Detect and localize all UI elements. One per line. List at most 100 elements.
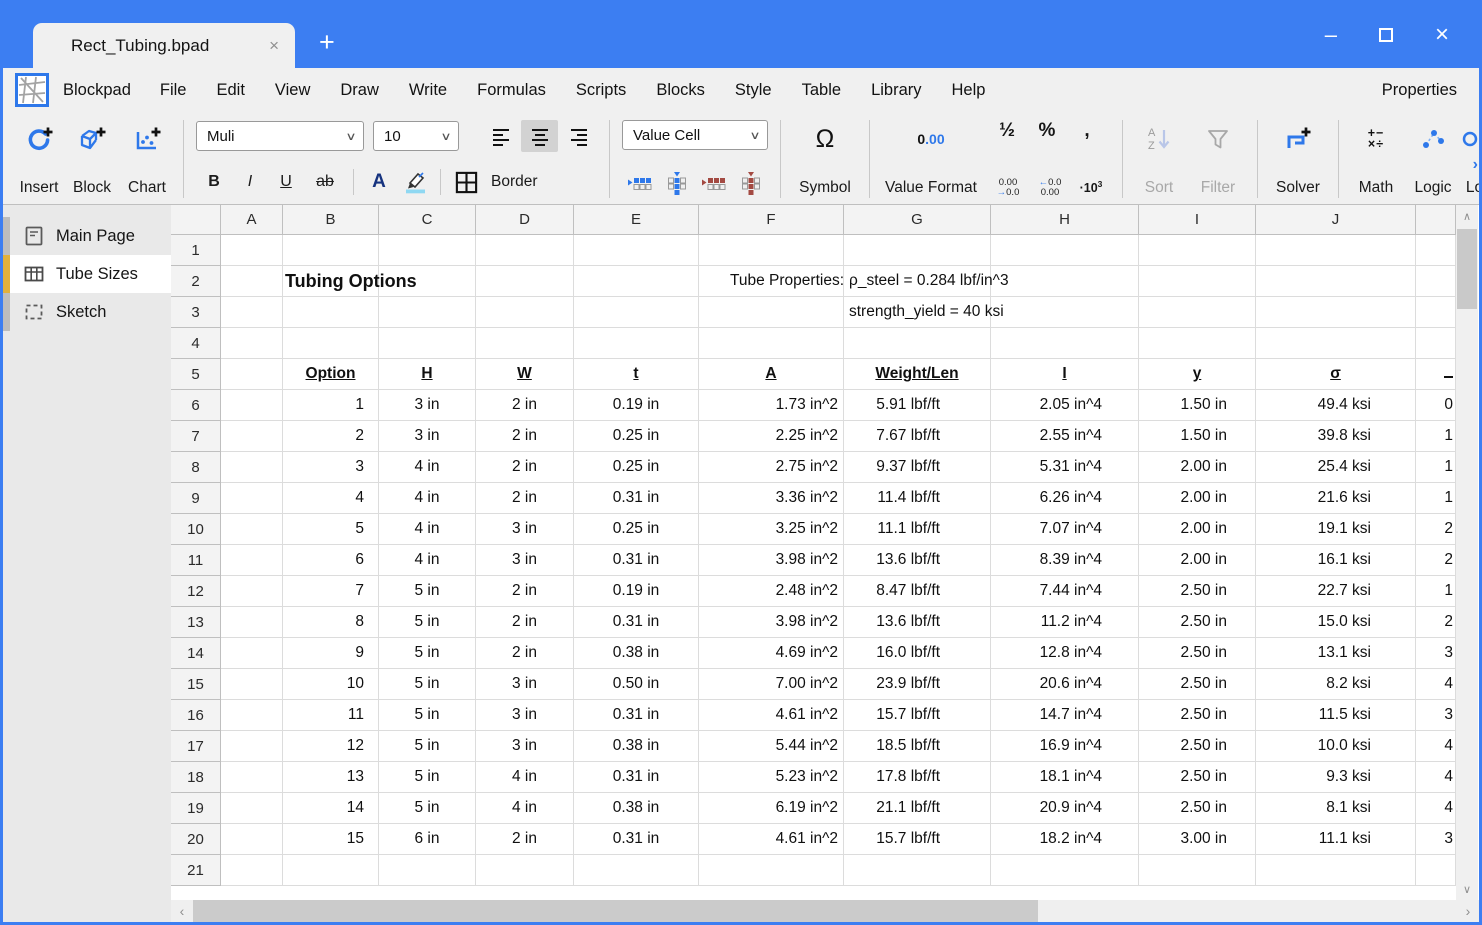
cell-E11[interactable]: 0.31 in <box>574 545 699 576</box>
cell-F17[interactable]: 5.44 in^2 <box>699 731 844 762</box>
menu-blocks[interactable]: Blocks <box>641 81 720 100</box>
cell-A20[interactable] <box>221 824 283 855</box>
align-left-button[interactable] <box>482 120 519 152</box>
align-center-button[interactable] <box>521 120 558 152</box>
cell-D4[interactable] <box>476 328 574 359</box>
cell-A21[interactable] <box>221 855 283 886</box>
cell-J3[interactable] <box>1256 297 1416 328</box>
cell-B9[interactable]: 4 <box>283 483 379 514</box>
cell-J5[interactable]: σ <box>1256 359 1416 390</box>
column-header-G[interactable]: G <box>844 205 991 235</box>
menu-write[interactable]: Write <box>394 81 462 100</box>
logic-button[interactable]: Logic <box>1405 117 1461 201</box>
cell-A13[interactable] <box>221 607 283 638</box>
column-header-K[interactable] <box>1416 205 1456 235</box>
cell-G8[interactable]: 9.37 lbf/ft <box>844 452 991 483</box>
cell-H11[interactable]: 8.39 in^4 <box>991 545 1139 576</box>
row-header-20[interactable]: 20 <box>171 824 221 855</box>
font-family-select[interactable]: Muli ∨ <box>196 121 364 151</box>
cell-C1[interactable] <box>379 235 476 266</box>
bold-button[interactable]: B <box>196 167 232 197</box>
cell-K21[interactable] <box>1416 855 1456 886</box>
solver-button[interactable]: Solver <box>1266 117 1330 201</box>
cell-F4[interactable] <box>699 328 844 359</box>
cell-B14[interactable]: 9 <box>283 638 379 669</box>
highlight-button[interactable] <box>397 167 433 197</box>
sidebar-item-sketch[interactable]: Sketch <box>3 293 171 331</box>
column-header-I[interactable]: I <box>1139 205 1256 235</box>
cell-I18[interactable]: 2.50 in <box>1139 762 1256 793</box>
row-header-17[interactable]: 17 <box>171 731 221 762</box>
cell-F10[interactable]: 3.25 in^2 <box>699 514 844 545</box>
cell-J2[interactable] <box>1256 266 1416 297</box>
cell-B2[interactable] <box>283 266 379 297</box>
cell-E1[interactable] <box>574 235 699 266</box>
cell-A14[interactable] <box>221 638 283 669</box>
cell-D9[interactable]: 2 in <box>476 483 574 514</box>
cell-B10[interactable]: 5 <box>283 514 379 545</box>
cell-B5[interactable]: Option <box>283 359 379 390</box>
cell-J18[interactable]: 9.3 ksi <box>1256 762 1416 793</box>
cell-I12[interactable]: 2.50 in <box>1139 576 1256 607</box>
cell-K18[interactable]: 4 <box>1416 762 1456 793</box>
cell-G10[interactable]: 11.1 lbf/ft <box>844 514 991 545</box>
cell-J20[interactable]: 11.1 ksi <box>1256 824 1416 855</box>
cell-G13[interactable]: 13.6 lbf/ft <box>844 607 991 638</box>
cell-J4[interactable] <box>1256 328 1416 359</box>
cell-H6[interactable]: 2.05 in^4 <box>991 390 1139 421</box>
cell-G2[interactable] <box>844 266 991 297</box>
cell-K5[interactable] <box>1416 359 1456 390</box>
cell-B11[interactable]: 6 <box>283 545 379 576</box>
cell-C21[interactable] <box>379 855 476 886</box>
cell-F14[interactable]: 4.69 in^2 <box>699 638 844 669</box>
cell-C2[interactable] <box>379 266 476 297</box>
menu-help[interactable]: Help <box>937 81 1001 100</box>
cell-D13[interactable]: 2 in <box>476 607 574 638</box>
cell-A4[interactable] <box>221 328 283 359</box>
cell-E6[interactable]: 0.19 in <box>574 390 699 421</box>
row-header-14[interactable]: 14 <box>171 638 221 669</box>
cell-I16[interactable]: 2.50 in <box>1139 700 1256 731</box>
cell-B17[interactable]: 12 <box>283 731 379 762</box>
cell-K10[interactable]: 2 <box>1416 514 1456 545</box>
cell-I11[interactable]: 2.00 in <box>1139 545 1256 576</box>
menu-scripts[interactable]: Scripts <box>561 81 641 100</box>
cell-F7[interactable]: 2.25 in^2 <box>699 421 844 452</box>
cell-K12[interactable]: 1 <box>1416 576 1456 607</box>
column-header-B[interactable]: B <box>283 205 379 235</box>
cell-B21[interactable] <box>283 855 379 886</box>
cell-K16[interactable]: 3 <box>1416 700 1456 731</box>
menu-view[interactable]: View <box>260 81 325 100</box>
cell-K19[interactable]: 4 <box>1416 793 1456 824</box>
cell-K7[interactable]: 1 <box>1416 421 1456 452</box>
cell-I2[interactable] <box>1139 266 1256 297</box>
cell-G7[interactable]: 7.67 lbf/ft <box>844 421 991 452</box>
scroll-up-arrow-icon[interactable]: ∧ <box>1456 205 1478 227</box>
row-header-18[interactable]: 18 <box>171 762 221 793</box>
column-header-C[interactable]: C <box>379 205 476 235</box>
cell-D3[interactable] <box>476 297 574 328</box>
column-header-H[interactable]: H <box>991 205 1139 235</box>
cell-F20[interactable]: 4.61 in^2 <box>699 824 844 855</box>
cell-C9[interactable]: 4 in <box>379 483 476 514</box>
block-button[interactable]: Block <box>65 117 119 201</box>
cell-E13[interactable]: 0.31 in <box>574 607 699 638</box>
cell-B7[interactable]: 2 <box>283 421 379 452</box>
cell-E2[interactable] <box>574 266 699 297</box>
row-header-16[interactable]: 16 <box>171 700 221 731</box>
decrease-decimal-button[interactable]: 0.00 →0.0 <box>988 178 1028 197</box>
cell-H3[interactable] <box>991 297 1139 328</box>
document-tab[interactable]: Rect_Tubing.bpad × <box>33 23 295 68</box>
menu-library[interactable]: Library <box>856 81 936 100</box>
cell-C14[interactable]: 5 in <box>379 638 476 669</box>
cell-H1[interactable] <box>991 235 1139 266</box>
cell-E20[interactable]: 0.31 in <box>574 824 699 855</box>
cell-B13[interactable]: 8 <box>283 607 379 638</box>
row-header-2[interactable]: 2 <box>171 266 221 297</box>
menu-formulas[interactable]: Formulas <box>462 81 561 100</box>
cell-B16[interactable]: 11 <box>283 700 379 731</box>
cell-B12[interactable]: 7 <box>283 576 379 607</box>
toolbar-overflow-chevron-icon[interactable]: › <box>1473 156 1478 174</box>
italic-button[interactable]: I <box>232 167 268 197</box>
row-header-15[interactable]: 15 <box>171 669 221 700</box>
